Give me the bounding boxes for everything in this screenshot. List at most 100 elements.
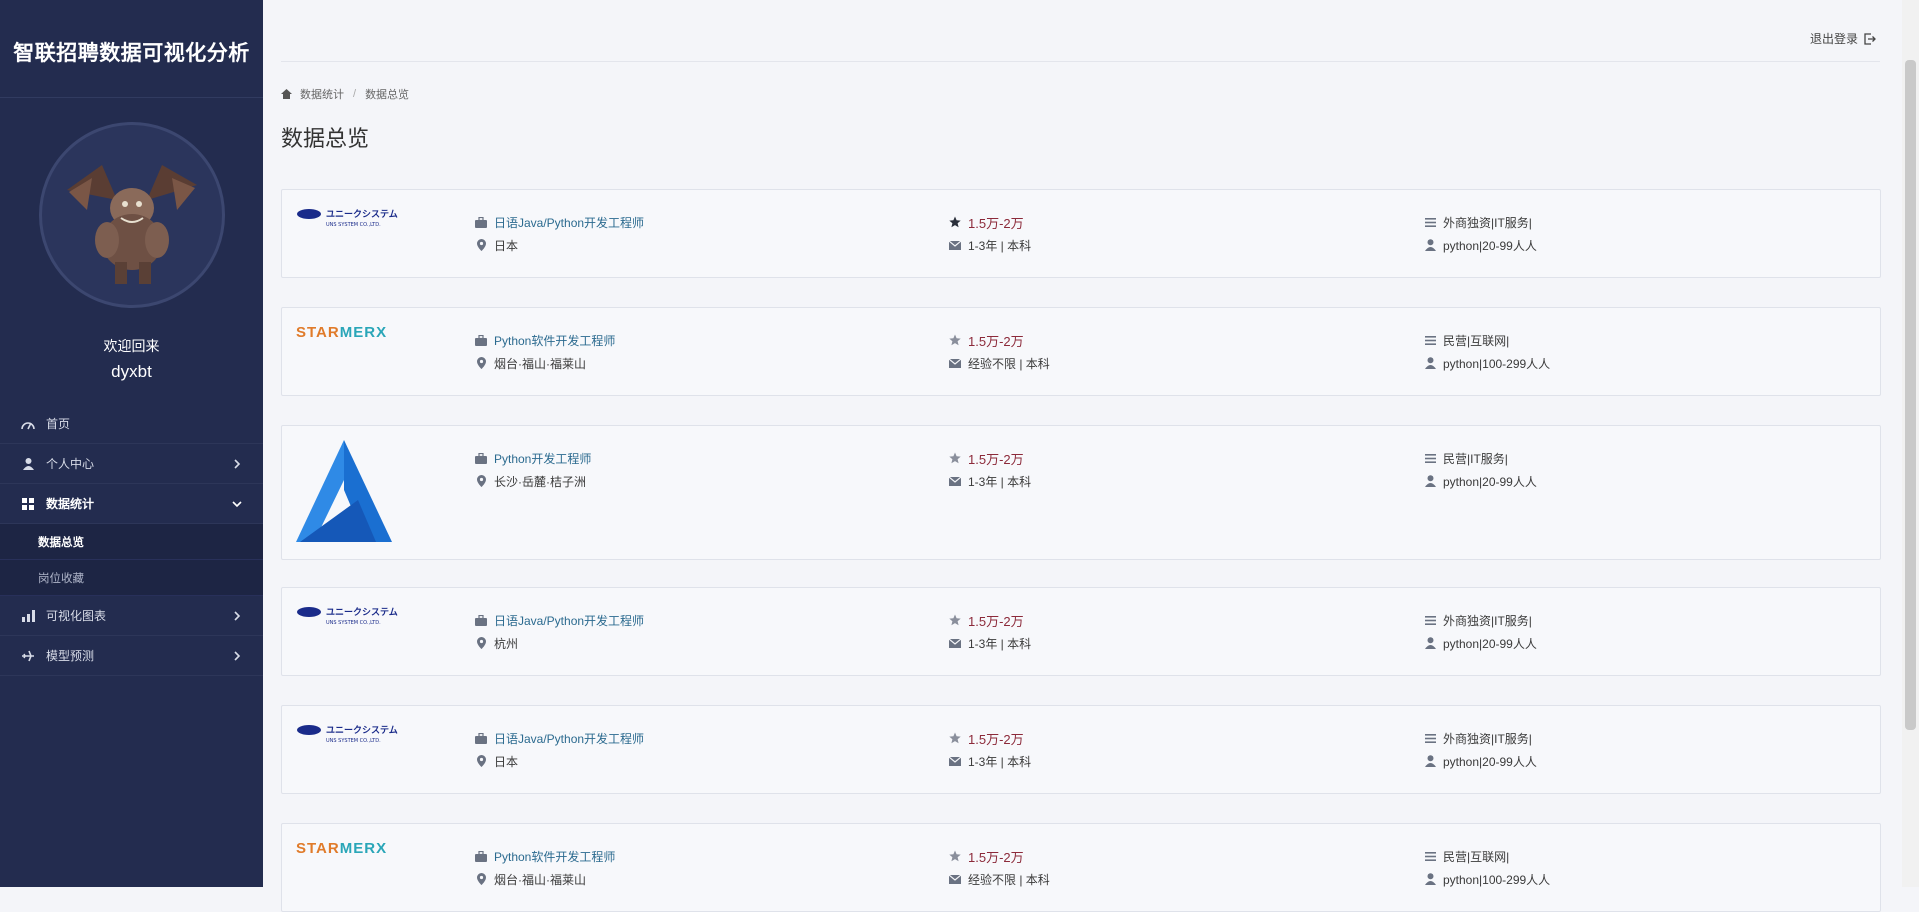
location-pin-icon bbox=[474, 238, 488, 252]
sidebar-item-charts[interactable]: 可视化图表 bbox=[0, 596, 263, 636]
logo-uns-subtext: UNS SYSTEM CO.,LTD. bbox=[326, 620, 381, 626]
job-experience: 1-3年 | 本科 bbox=[968, 474, 1032, 489]
job-location-row: 烟台·福山·福莱山 bbox=[474, 355, 615, 371]
chevron-right-icon bbox=[234, 651, 241, 661]
bar-chart-icon bbox=[20, 608, 36, 624]
envelope-icon bbox=[948, 238, 962, 252]
envelope-icon bbox=[948, 872, 962, 886]
user-icon bbox=[20, 456, 36, 472]
job-salary-row: 1.5万-2万 bbox=[948, 848, 1050, 865]
logo-uns-subtext: UNS SYSTEM CO.,LTD. bbox=[326, 222, 381, 228]
job-title[interactable]: 日语Java/Python开发工程师 bbox=[494, 214, 644, 231]
job-card[interactable]: ユニークシステム UNS SYSTEM CO.,LTD. 日语Java/Python… bbox=[281, 705, 1881, 794]
company-type: 民营|IT服务| bbox=[1443, 451, 1508, 466]
page-title: 数据总览 bbox=[281, 126, 370, 151]
welcome-text: 欢迎回来 bbox=[103, 338, 160, 354]
job-salary-row: 1.5万-2万 bbox=[948, 612, 1031, 629]
grid-icon bbox=[20, 496, 36, 512]
sidebar-subitem-overview[interactable]: 数据总览 bbox=[0, 524, 263, 560]
company-size: python|100-299人人 bbox=[1443, 872, 1551, 887]
job-location: 烟台·福山·福莱山 bbox=[494, 872, 586, 887]
envelope-icon bbox=[948, 474, 962, 488]
job-title-row: Python开发工程师 bbox=[474, 450, 591, 466]
sidebar-item-label: 首页 bbox=[46, 417, 71, 431]
job-title-row: Python软件开发工程师 bbox=[474, 332, 615, 348]
job-salary-row: 1.5万-2万 bbox=[948, 730, 1031, 747]
job-info-column: Python软件开发工程师 烟台·福山·福莱山 bbox=[474, 848, 615, 894]
list-icon bbox=[1423, 451, 1437, 465]
logout-button[interactable]: 退出登录 bbox=[1810, 30, 1876, 47]
sidebar-item-model[interactable]: 模型预测 bbox=[0, 636, 263, 676]
top-bar: 退出登录 bbox=[281, 24, 1880, 62]
location-pin-icon bbox=[474, 754, 488, 768]
sidebar-item-home[interactable]: 首页 bbox=[0, 404, 263, 444]
chevron-right-icon bbox=[234, 611, 241, 621]
sidebar-item-stats[interactable]: 数据统计 bbox=[0, 484, 263, 524]
job-card[interactable]: STARMERX Python软件开发工程师 烟台·福山·福莱山 1.5万-2万 经验不… bbox=[281, 307, 1881, 396]
company-logo: ユニークシステム UNS SYSTEM CO.,LTD. bbox=[296, 604, 406, 635]
job-card[interactable]: Python开发工程师 长沙·岳麓·桔子洲 1.5万-2万 1-3年 | 本科 民营|I… bbox=[281, 425, 1881, 560]
sidebar-subitem-favorites[interactable]: 岗位收藏 bbox=[0, 560, 263, 596]
logo-uns-text: ユニークシステム bbox=[326, 725, 398, 736]
breadcrumb-parent[interactable]: 数据统计 bbox=[300, 86, 344, 102]
job-info-column: 日语Java/Python开发工程师 杭州 bbox=[474, 612, 644, 658]
company-type: 外商独资|IT服务| bbox=[1443, 613, 1532, 628]
job-location: 烟台·福山·福莱山 bbox=[494, 356, 586, 371]
envelope-icon bbox=[948, 356, 962, 370]
job-experience-row: 经验不限 | 本科 bbox=[948, 355, 1050, 371]
briefcase-icon bbox=[474, 333, 488, 347]
star-icon bbox=[948, 451, 962, 465]
job-salary: 1.5万-2万 bbox=[968, 613, 1024, 629]
dashboard-icon bbox=[20, 416, 36, 432]
company-type-row: 民营|互联网| bbox=[1423, 848, 1550, 864]
chevron-right-icon bbox=[234, 459, 241, 469]
location-pin-icon bbox=[474, 872, 488, 886]
home-icon[interactable] bbox=[281, 89, 292, 99]
job-card[interactable]: ユニークシステム UNS SYSTEM CO.,LTD. 日语Java/Python… bbox=[281, 587, 1881, 676]
company-type: 民营|互联网| bbox=[1443, 849, 1510, 864]
company-size: python|20-99人人 bbox=[1443, 238, 1537, 253]
company-logo-blue bbox=[296, 440, 392, 542]
job-info-column: 外商独资|IT服务| python|20-99人人 bbox=[1423, 214, 1537, 260]
company-size-row: python|20-99人人 bbox=[1423, 237, 1537, 253]
job-title[interactable]: Python软件开发工程师 bbox=[494, 332, 615, 349]
job-card[interactable]: ユニークシステム UNS SYSTEM CO.,LTD. 日语Java/Python… bbox=[281, 189, 1881, 278]
job-location-row: 日本 bbox=[474, 753, 644, 769]
job-info-column: 1.5万-2万 1-3年 | 本科 bbox=[948, 450, 1031, 496]
job-title[interactable]: Python开发工程师 bbox=[494, 450, 591, 467]
company-size-row: python|100-299人人 bbox=[1423, 871, 1550, 887]
job-info-column: 民营|互联网| python|100-299人人 bbox=[1423, 332, 1550, 378]
job-info-column: Python开发工程师 长沙·岳麓·桔子洲 bbox=[474, 450, 591, 496]
job-title[interactable]: 日语Java/Python开发工程师 bbox=[494, 612, 644, 629]
breadcrumb: 数据统计 / 数据总览 bbox=[281, 86, 409, 102]
user-icon bbox=[1423, 238, 1437, 252]
job-card[interactable]: STARMERX Python软件开发工程师 烟台·福山·福莱山 1.5万-2万 经验不… bbox=[281, 823, 1881, 912]
list-icon bbox=[1423, 849, 1437, 863]
user-icon bbox=[1423, 636, 1437, 650]
scrollbar-thumb[interactable] bbox=[1905, 60, 1916, 730]
location-pin-icon bbox=[474, 356, 488, 370]
company-size-row: python|100-299人人 bbox=[1423, 355, 1550, 371]
sidebar-item-personal[interactable]: 个人中心 bbox=[0, 444, 263, 484]
location-pin-icon bbox=[474, 636, 488, 650]
company-logo-uns: ユニークシステム UNS SYSTEM CO.,LTD. bbox=[297, 607, 398, 626]
job-location: 日本 bbox=[494, 754, 519, 769]
job-title[interactable]: Python软件开发工程师 bbox=[494, 848, 615, 865]
job-title[interactable]: 日语Java/Python开发工程师 bbox=[494, 730, 644, 747]
company-type: 民营|互联网| bbox=[1443, 333, 1510, 348]
job-location: 长沙·岳麓·桔子洲 bbox=[494, 474, 586, 489]
company-size-row: python|20-99人人 bbox=[1423, 753, 1537, 769]
job-salary: 1.5万-2万 bbox=[968, 849, 1024, 865]
company-logo-uns: ユニークシステム UNS SYSTEM CO.,LTD. bbox=[297, 725, 398, 744]
job-experience-row: 1-3年 | 本科 bbox=[948, 753, 1031, 769]
svg-text:STARMERX: STARMERX bbox=[296, 840, 387, 857]
company-type-row: 外商独资|IT服务| bbox=[1423, 730, 1537, 746]
job-info-column: 1.5万-2万 经验不限 | 本科 bbox=[948, 848, 1050, 894]
job-info-column: 外商独资|IT服务| python|20-99人人 bbox=[1423, 612, 1537, 658]
sidebar-item-label: 模型预测 bbox=[46, 649, 95, 663]
main-content: 退出登录 数据统计 / 数据总览 数据总览 ユニークシステム UNS SYSTEM… bbox=[263, 0, 1919, 912]
briefcase-icon bbox=[474, 613, 488, 627]
scrollbar[interactable] bbox=[1902, 0, 1919, 887]
job-info-column: 1.5万-2万 1-3年 | 本科 bbox=[948, 214, 1031, 260]
breadcrumb-current: 数据总览 bbox=[365, 89, 410, 101]
